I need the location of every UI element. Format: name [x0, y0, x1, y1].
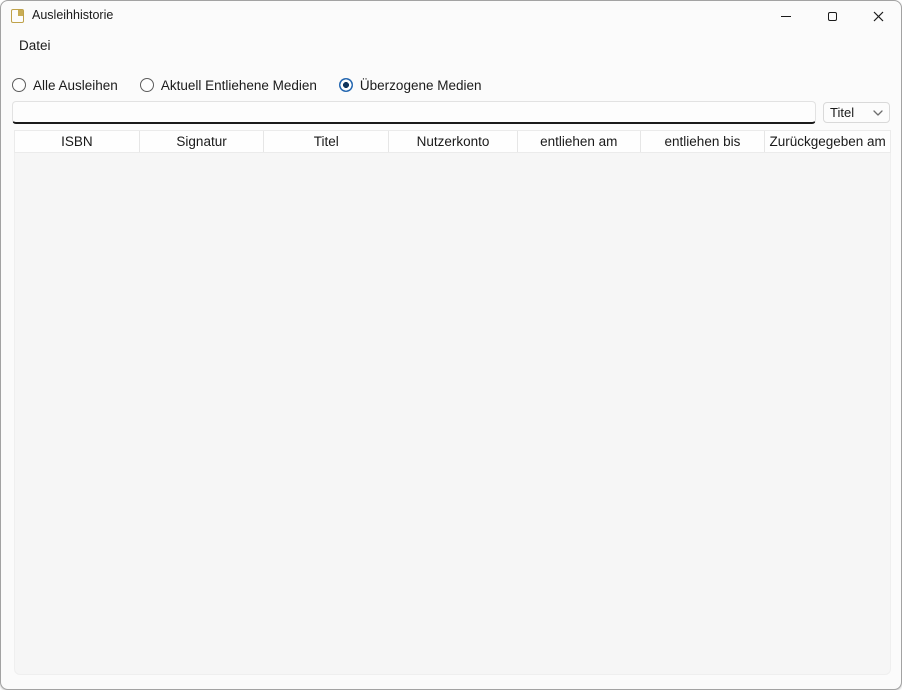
table-body-empty[interactable]	[14, 153, 891, 675]
minimize-button[interactable]	[763, 1, 809, 31]
radio-ueberzogene-medien[interactable]: Überzogene Medien	[339, 78, 482, 93]
radio-button-icon	[140, 78, 154, 92]
menubar: Datei	[1, 33, 901, 59]
close-icon	[873, 11, 884, 22]
table-header-row: ISBN Signatur Titel Nutzerkonto entliehe…	[14, 130, 891, 153]
radio-label: Aktuell Entliehene Medien	[161, 78, 317, 93]
column-header-titel[interactable]: Titel	[264, 131, 389, 152]
maximize-icon	[828, 12, 837, 21]
close-button[interactable]	[855, 1, 901, 31]
radio-alle-ausleihen[interactable]: Alle Ausleihen	[12, 78, 118, 93]
minimize-icon	[781, 16, 791, 17]
combo-selected-value: Titel	[830, 105, 873, 120]
search-input[interactable]	[12, 101, 816, 124]
book-icon	[11, 9, 24, 23]
window-title: Ausleihhistorie	[32, 8, 113, 22]
results-table: ISBN Signatur Titel Nutzerkonto entliehe…	[14, 130, 891, 676]
radio-aktuell-entliehene-medien[interactable]: Aktuell Entliehene Medien	[140, 78, 317, 93]
titlebar[interactable]: Ausleihhistorie	[1, 1, 901, 31]
maximize-button[interactable]	[809, 1, 855, 31]
radio-button-icon	[12, 78, 26, 92]
column-header-nutzerkonto[interactable]: Nutzerkonto	[389, 131, 518, 152]
radio-label: Alle Ausleihen	[33, 78, 118, 93]
column-header-signatur[interactable]: Signatur	[140, 131, 265, 152]
column-header-entliehen-bis[interactable]: entliehen bis	[641, 131, 766, 152]
column-header-entliehen-am[interactable]: entliehen am	[518, 131, 641, 152]
filter-row: Alle Ausleihen Aktuell Entliehene Medien…	[12, 75, 504, 95]
column-header-isbn[interactable]: ISBN	[15, 131, 140, 152]
window-controls	[763, 1, 901, 31]
chevron-down-icon	[873, 110, 883, 116]
column-header-zurueckgegeben-am[interactable]: Zurückgegeben am	[765, 131, 890, 152]
window-ausleihhistorie: Ausleihhistorie Datei Alle Ausleihen	[0, 0, 902, 690]
radio-button-icon	[339, 78, 353, 92]
search-field-select[interactable]: Titel	[823, 102, 890, 123]
menu-item-datei[interactable]: Datei	[19, 38, 51, 53]
radio-label: Überzogene Medien	[360, 78, 482, 93]
